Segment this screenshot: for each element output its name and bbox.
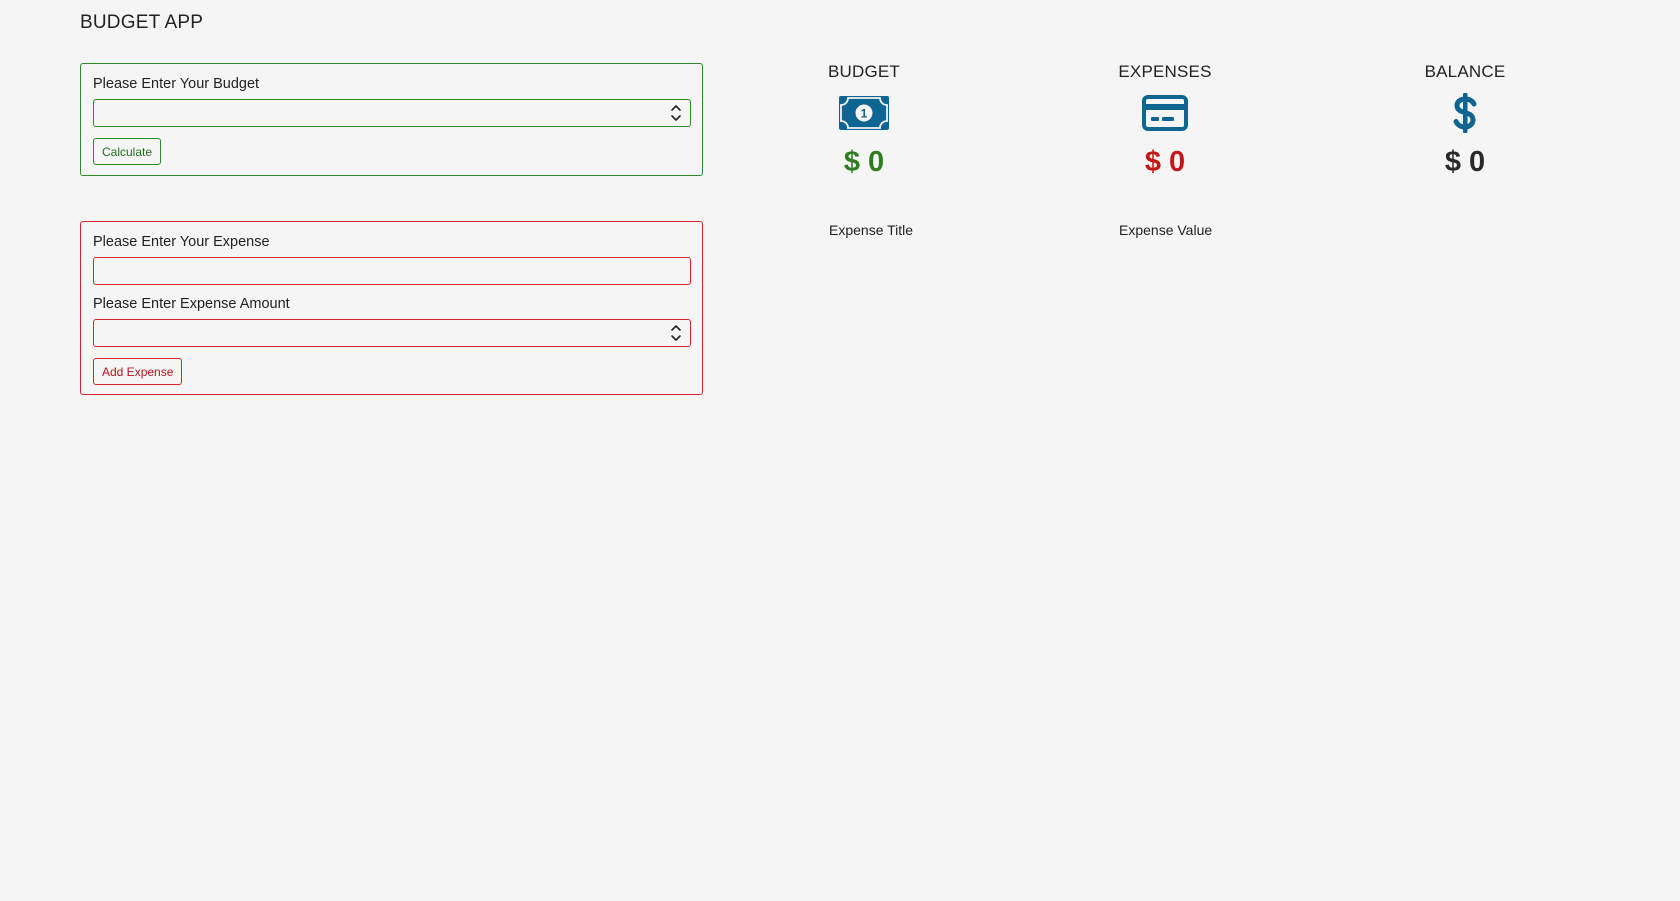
app-title: BUDGET APP: [80, 12, 204, 33]
expense-title-input[interactable]: [94, 258, 690, 284]
expense-form: Please Enter Your Expense Please Enter E…: [80, 221, 703, 395]
expense-title-label: Please Enter Your Expense: [93, 234, 270, 250]
calculate-button[interactable]: Calculate: [93, 138, 162, 165]
expense-title-wrapper: [93, 257, 691, 285]
balance-summary: BALANCE $ 0: [1365, 62, 1565, 179]
expenses-title: EXPENSES: [1118, 62, 1212, 81]
expense-amount-label: Please Enter Expense Amount: [93, 296, 290, 312]
money-bill-icon: 1: [764, 92, 964, 134]
budget-form: Please Enter Your Budget Calculate: [80, 63, 703, 176]
expense-title-column-header: Expense Title: [829, 222, 914, 238]
expense-amount-input[interactable]: [94, 320, 690, 346]
budget-input[interactable]: [94, 100, 690, 126]
balance-amount: $ 0: [1444, 146, 1486, 178]
number-spinner-icon[interactable]: [670, 103, 682, 123]
expenses-amount: $ 0: [1144, 146, 1186, 178]
budget-input-label: Please Enter Your Budget: [93, 76, 260, 92]
budget-input-wrapper: [93, 99, 691, 127]
budget-title: BUDGET: [827, 62, 901, 81]
svg-text:1: 1: [861, 107, 868, 121]
expense-value-column-header: Expense Value: [1119, 222, 1213, 238]
budget-summary: BUDGET 1 $ 0: [764, 62, 964, 179]
balance-title: BALANCE: [1424, 62, 1506, 81]
dollar-sign-icon: [1365, 92, 1565, 134]
expenses-summary: EXPENSES $ 0: [1065, 62, 1265, 179]
expense-amount-wrapper: [93, 319, 691, 347]
credit-card-icon: [1065, 92, 1265, 134]
add-expense-button[interactable]: Add Expense: [93, 358, 183, 385]
number-spinner-icon[interactable]: [670, 323, 682, 343]
budget-amount: $ 0: [843, 146, 885, 178]
